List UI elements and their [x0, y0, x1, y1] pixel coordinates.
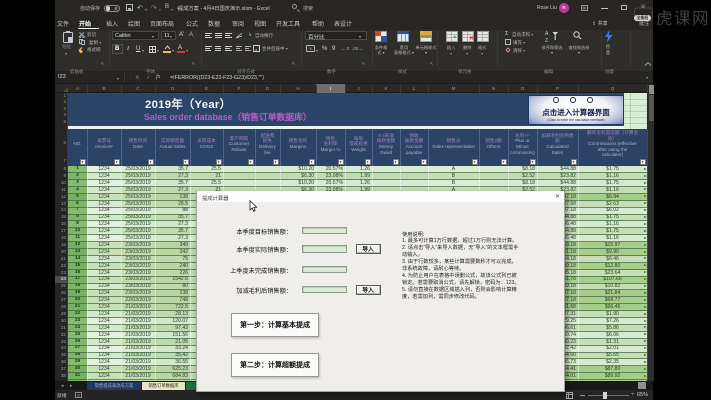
svg-text:Z: Z — [545, 38, 548, 43]
svg-text:A: A — [545, 31, 549, 37]
